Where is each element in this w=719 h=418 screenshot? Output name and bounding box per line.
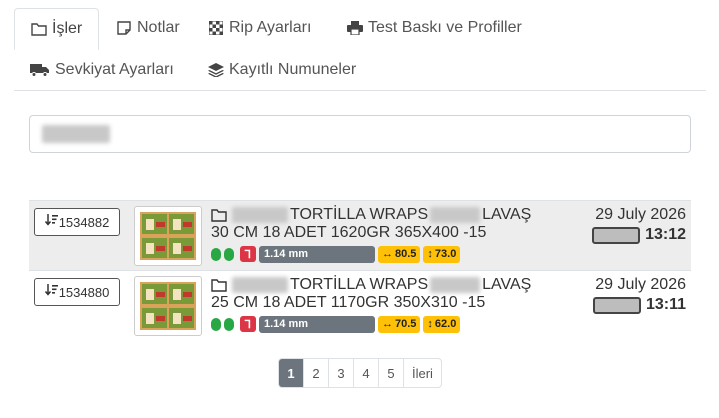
tab-notlar[interactable]: Notlar — [100, 8, 196, 48]
tab-label: Kayıtlı Numuneler — [229, 61, 357, 78]
tab-bar: İşler Notlar Rip Ayarları Test Baskı ve … — [14, 8, 706, 91]
redacted-text — [430, 277, 481, 293]
job-title-line: TORTİLLA WRAPS LAVAŞ — [211, 276, 591, 294]
status-dot-green — [211, 247, 221, 261]
tab-test-baski[interactable]: Test Baskı ve Profiller — [331, 8, 538, 48]
printer-icon — [347, 20, 363, 36]
search-input[interactable] — [29, 115, 691, 153]
redacted-user-badge — [592, 226, 641, 244]
page-3-button[interactable]: 3 — [329, 359, 354, 387]
status-dot-green — [224, 317, 234, 331]
sort-desc-icon — [44, 284, 58, 300]
job-date: 29 July 2026 — [595, 206, 686, 223]
thickness-badge: 1.14 mm — [259, 315, 375, 333]
job-time: 13:12 — [645, 226, 686, 243]
page-2-button[interactable]: 2 — [304, 359, 329, 387]
job-title-end: LAVAŞ — [482, 206, 532, 223]
vertical-arrows-icon: ↕ — [427, 318, 433, 330]
height-value: 73.0 — [434, 248, 457, 260]
tab-label: Test Baskı ve Profiller — [368, 19, 522, 36]
product-image-icon — [140, 212, 196, 260]
job-title-mid: TORTİLLA WRAPS — [290, 206, 429, 223]
thickness-value: 1.14 mm — [264, 318, 309, 330]
job-id-button[interactable]: 1534882 — [34, 208, 120, 236]
vertical-arrows-icon: ↕ — [427, 248, 433, 260]
job-badges: Ꞁ 1.14 mm ↔ 70.5 ↕ 62.0 — [211, 315, 591, 333]
redacted-text — [232, 207, 288, 223]
tab-label: İşler — [52, 20, 83, 37]
tab-sevkiyat[interactable]: Sevkiyat Ayarları — [14, 50, 190, 90]
height-badge: ↕ 73.0 — [423, 245, 461, 263]
job-id: 1534880 — [58, 284, 110, 300]
width-value: 70.5 — [395, 318, 417, 330]
job-time: 13:11 — [645, 296, 686, 313]
job-thumbnail[interactable] — [134, 206, 202, 266]
job-title-mid: TORTİLLA WRAPS — [290, 276, 429, 293]
tab-label: Notlar — [137, 19, 180, 36]
height-badge: ↕ 62.0 — [423, 315, 461, 333]
height-value: 62.0 — [434, 318, 457, 330]
sort-desc-icon — [44, 214, 58, 230]
folder-icon — [211, 208, 227, 222]
width-badge: ↔ 70.5 — [378, 315, 421, 333]
product-image-icon — [140, 282, 196, 330]
tab-label: Rip Ayarları — [229, 19, 312, 36]
checker-icon — [208, 20, 224, 36]
job-id-button[interactable]: 1534880 — [34, 278, 120, 306]
page-5-button[interactable]: 5 — [379, 359, 404, 387]
thickness-value: 1.14 mm — [264, 248, 309, 260]
tab-label: Sevkiyat Ayarları — [55, 61, 174, 78]
red-status-badge: Ꞁ — [240, 316, 256, 332]
redacted-text — [232, 277, 288, 293]
job-subtitle: 30 CM 18 ADET 1620GR 365X400 -15 — [211, 224, 487, 241]
job-info: TORTİLLA WRAPS LAVAŞ 30 CM 18 ADET 1620G… — [211, 206, 591, 263]
job-subtitle: 25 CM 18 ADET 1170GR 350X310 -15 — [211, 294, 486, 311]
width-badge: ↔ 80.5 — [378, 245, 421, 263]
status-dot-green — [224, 247, 234, 261]
tab-isler[interactable]: İşler — [14, 8, 100, 50]
job-date: 29 July 2026 — [595, 276, 686, 293]
truck-icon — [30, 62, 50, 78]
tab-kayitli-numuneler[interactable]: Kayıtlı Numuneler — [192, 50, 372, 90]
pagination: 1 2 3 4 5 İleri — [278, 358, 442, 388]
page-4-button[interactable]: 4 — [354, 359, 379, 387]
redacted-search-text — [42, 125, 110, 143]
tab-rip-ayarlari[interactable]: Rip Ayarları — [192, 8, 327, 48]
redacted-user-badge — [592, 296, 641, 314]
layers-icon — [208, 62, 224, 78]
folder-icon — [211, 278, 227, 292]
red-status-badge: Ꞁ — [240, 246, 256, 262]
next-page-button[interactable]: İleri — [404, 359, 441, 387]
page-1-button[interactable]: 1 — [279, 359, 304, 387]
width-value: 80.5 — [395, 248, 417, 260]
job-badges: Ꞁ 1.14 mm ↔ 80.5 ↕ 73.0 — [211, 245, 591, 263]
horizontal-arrows-icon: ↔ — [382, 248, 393, 260]
table-row[interactable]: 1534882 TORTİLLA WRAPS LAVAŞ 30 CM 18 AD… — [29, 200, 691, 270]
note-icon — [116, 20, 132, 36]
folder-icon — [31, 21, 47, 37]
job-title-end: LAVAŞ — [482, 276, 532, 293]
job-info: TORTİLLA WRAPS LAVAŞ 25 CM 18 ADET 1170G… — [211, 276, 591, 333]
job-datetime: 29 July 2026 13:12 — [592, 206, 686, 244]
thickness-badge: 1.14 mm — [259, 245, 375, 263]
table-row[interactable]: 1534880 TORTİLLA WRAPS LAVAŞ 25 CM 18 AD… — [29, 270, 691, 340]
job-title-line: TORTİLLA WRAPS LAVAŞ — [211, 206, 591, 224]
horizontal-arrows-icon: ↔ — [382, 318, 393, 330]
job-thumbnail[interactable] — [134, 276, 202, 336]
status-dot-green — [211, 317, 221, 331]
redacted-text — [430, 207, 481, 223]
job-datetime: 29 July 2026 13:11 — [592, 276, 686, 314]
job-id: 1534882 — [58, 214, 110, 230]
